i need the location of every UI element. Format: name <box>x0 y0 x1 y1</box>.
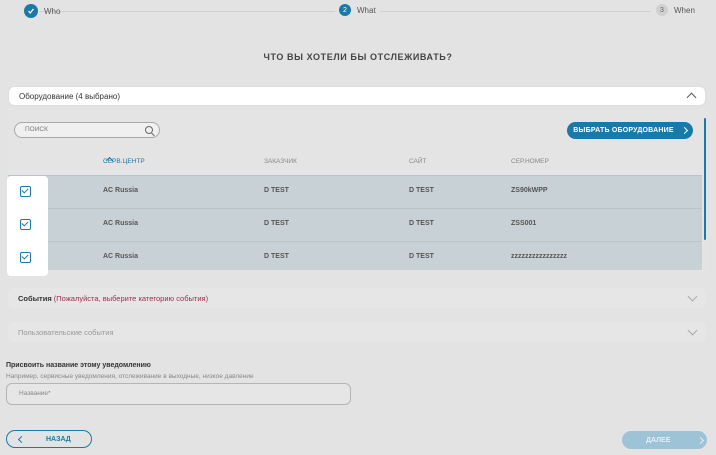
equipment-accordion-header[interactable]: Оборудование (4 выбрано) <box>8 86 706 106</box>
next-label: ДАЛЕЕ <box>646 436 671 444</box>
check-icon <box>24 4 38 18</box>
table-header: СЕРВ.ЦЕНТР ЗАКАЗЧИК САЙТ СЕР.НОМЕР <box>8 156 702 170</box>
table-row[interactable]: AC Russia D TEST D TEST ZS90kWPP <box>8 175 702 208</box>
cell-customer: D TEST <box>264 253 289 260</box>
chevron-left-icon <box>17 435 26 443</box>
scrollbar[interactable] <box>704 118 706 240</box>
chevron-up-icon[interactable] <box>686 92 697 103</box>
row-checkbox[interactable] <box>20 186 31 197</box>
cell-customer: D TEST <box>264 220 289 227</box>
events-accordion-header[interactable]: События (Пожалуйста, выберите категорию … <box>8 288 706 308</box>
table-row[interactable]: AC Russia D TEST D TEST zzzzzzzzzzzzzzzz <box>8 241 702 270</box>
notification-name-input[interactable]: Название* <box>6 383 351 405</box>
custom-events-label: Пользовательские события <box>18 327 114 337</box>
select-equipment-label: ВЫБРАТЬ ОБОРУДОВАНИЕ <box>573 127 674 134</box>
chevron-down-icon[interactable] <box>687 325 698 336</box>
notification-name-hint: Например, сервисные уведомления, отслежи… <box>6 373 254 380</box>
equipment-header-label: Оборудование (4 выбрано) <box>19 91 120 101</box>
step-when[interactable]: 3 When <box>656 4 695 16</box>
step-label: When <box>674 5 695 15</box>
cell-serial: ZS90kWPP <box>511 187 548 194</box>
cell-center: AC Russia <box>103 187 139 194</box>
cell-site: D TEST <box>409 253 434 260</box>
cell-center: AC Russia <box>103 220 139 227</box>
search-icon[interactable] <box>145 126 153 134</box>
row-checkbox[interactable] <box>20 252 31 263</box>
chevron-right-icon <box>680 126 688 135</box>
column-header-customer[interactable]: ЗАКАЗЧИК <box>264 158 297 165</box>
step-number: 3 <box>656 4 668 16</box>
cell-site: D TEST <box>409 220 434 227</box>
step-what[interactable]: 2 What <box>339 4 376 16</box>
chevron-right-icon <box>697 436 705 444</box>
cell-serial: ZSS001 <box>511 220 537 227</box>
back-label: НАЗАД <box>46 435 71 443</box>
events-title: События <box>18 293 52 303</box>
checkbox-column <box>7 176 48 276</box>
page-title: ЧТО ВЫ ХОТЕЛИ БЫ ОТСЛЕЖИВАТЬ? <box>263 52 453 62</box>
stepper-line <box>40 11 335 12</box>
column-header-site[interactable]: САЙТ <box>409 158 427 165</box>
table-row[interactable]: AC Russia D TEST D TEST ZSS001 <box>8 208 702 241</box>
events-warning: (Пожалуйста, выберите категорию события) <box>53 293 209 303</box>
next-button[interactable]: ДАЛЕЕ <box>622 431 707 449</box>
search-input[interactable]: ПОИСК <box>14 122 160 138</box>
stepper-line <box>380 11 650 12</box>
chevron-down-icon[interactable] <box>687 291 698 302</box>
stepper: Who 2 What 3 When <box>0 0 716 22</box>
cell-center: AC Russia <box>103 253 139 260</box>
cell-site: D TEST <box>409 187 434 194</box>
step-number: 2 <box>339 4 351 16</box>
custom-events-accordion-header[interactable]: Пользовательские события <box>8 322 706 342</box>
column-header-serial[interactable]: СЕР.НОМЕР <box>511 158 549 165</box>
events-label: События (Пожалуйста, выберите категорию … <box>18 294 208 303</box>
back-button[interactable]: НАЗАД <box>6 430 92 448</box>
select-equipment-button[interactable]: ВЫБРАТЬ ОБОРУДОВАНИЕ <box>567 122 693 139</box>
step-who[interactable]: Who <box>24 4 60 18</box>
cell-customer: D TEST <box>264 187 289 194</box>
notification-name-title: Присвоить название этому уведомлению <box>6 362 151 369</box>
step-label: What <box>357 5 376 15</box>
row-checkbox[interactable] <box>20 219 31 230</box>
step-label: Who <box>44 6 61 16</box>
cell-serial: zzzzzzzzzzzzzzzz <box>511 253 567 260</box>
